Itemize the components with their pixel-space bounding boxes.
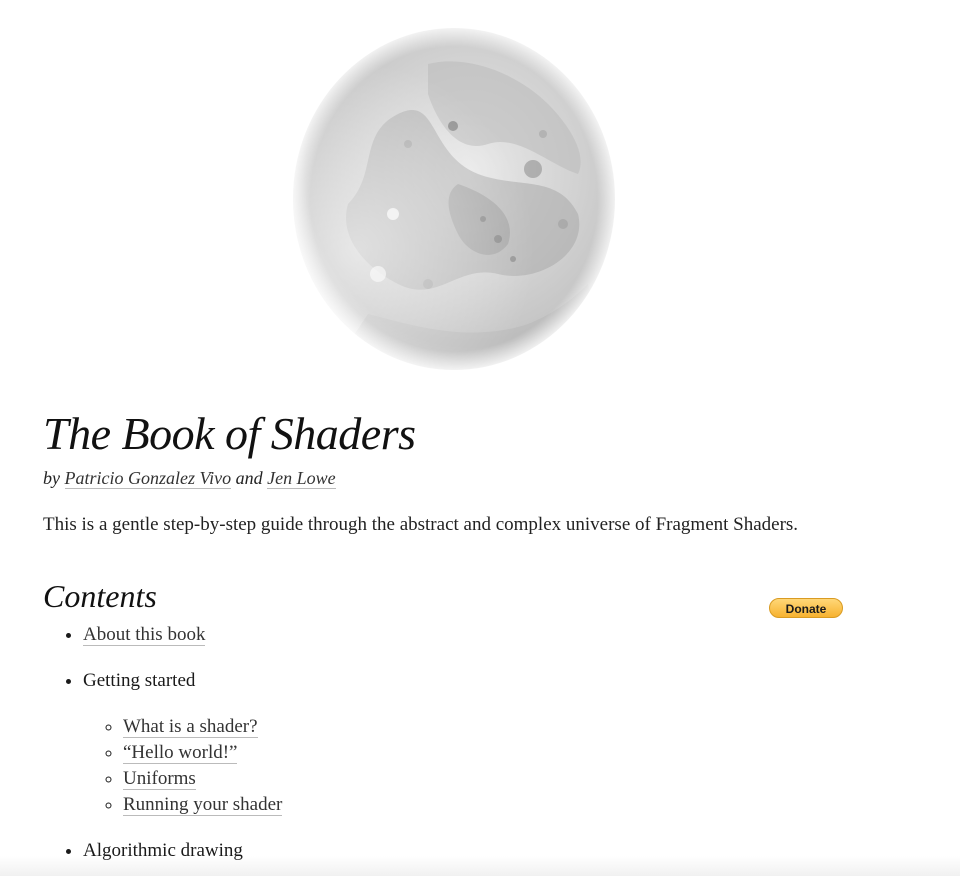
donate-button[interactable]: Donate bbox=[769, 598, 843, 618]
toc-subitem: Uniforms bbox=[123, 766, 923, 792]
byline-prefix: by bbox=[43, 468, 60, 488]
byline: by Patricio Gonzalez Vivo and Jen Lowe bbox=[43, 466, 923, 490]
toc-link-uniforms[interactable]: Uniforms bbox=[123, 768, 196, 790]
toc-item-algorithmic-drawing: Algorithmic drawing bbox=[83, 838, 923, 864]
intro-text: This is a gentle step-by-step guide thro… bbox=[43, 514, 799, 535]
toc-link-hello-world[interactable]: “Hello world!” bbox=[123, 742, 238, 764]
table-of-contents: About this book Getting started What is … bbox=[43, 622, 923, 864]
toc-label-getting-started: Getting started bbox=[83, 670, 196, 691]
toc-label-algorithmic-drawing: Algorithmic drawing bbox=[83, 840, 243, 861]
toc-item-about: About this book bbox=[83, 622, 923, 648]
toc-subitem: “Hello world!” bbox=[123, 740, 923, 766]
toc-subitem: What is a shader? bbox=[123, 714, 923, 740]
moon-illustration bbox=[288, 24, 620, 374]
toc-item-getting-started: Getting started What is a shader? “Hello… bbox=[83, 668, 923, 818]
toc-sublist-getting-started: What is a shader? “Hello world!” Uniform… bbox=[83, 714, 923, 818]
toc-link-about-this-book[interactable]: About this book bbox=[83, 624, 206, 646]
main-content: The Book of Shaders by Patricio Gonzalez… bbox=[43, 404, 923, 876]
byline-conjunction: and bbox=[235, 468, 263, 488]
page-title: The Book of Shaders bbox=[43, 408, 416, 459]
toc-link-what-is-a-shader[interactable]: What is a shader? bbox=[123, 716, 258, 738]
toc-link-running-your-shader[interactable]: Running your shader bbox=[123, 794, 283, 816]
author-link-jen[interactable]: Jen Lowe bbox=[267, 468, 336, 489]
toc-subitem: Running your shader bbox=[123, 792, 923, 818]
author-link-patricio[interactable]: Patricio Gonzalez Vivo bbox=[64, 468, 232, 489]
